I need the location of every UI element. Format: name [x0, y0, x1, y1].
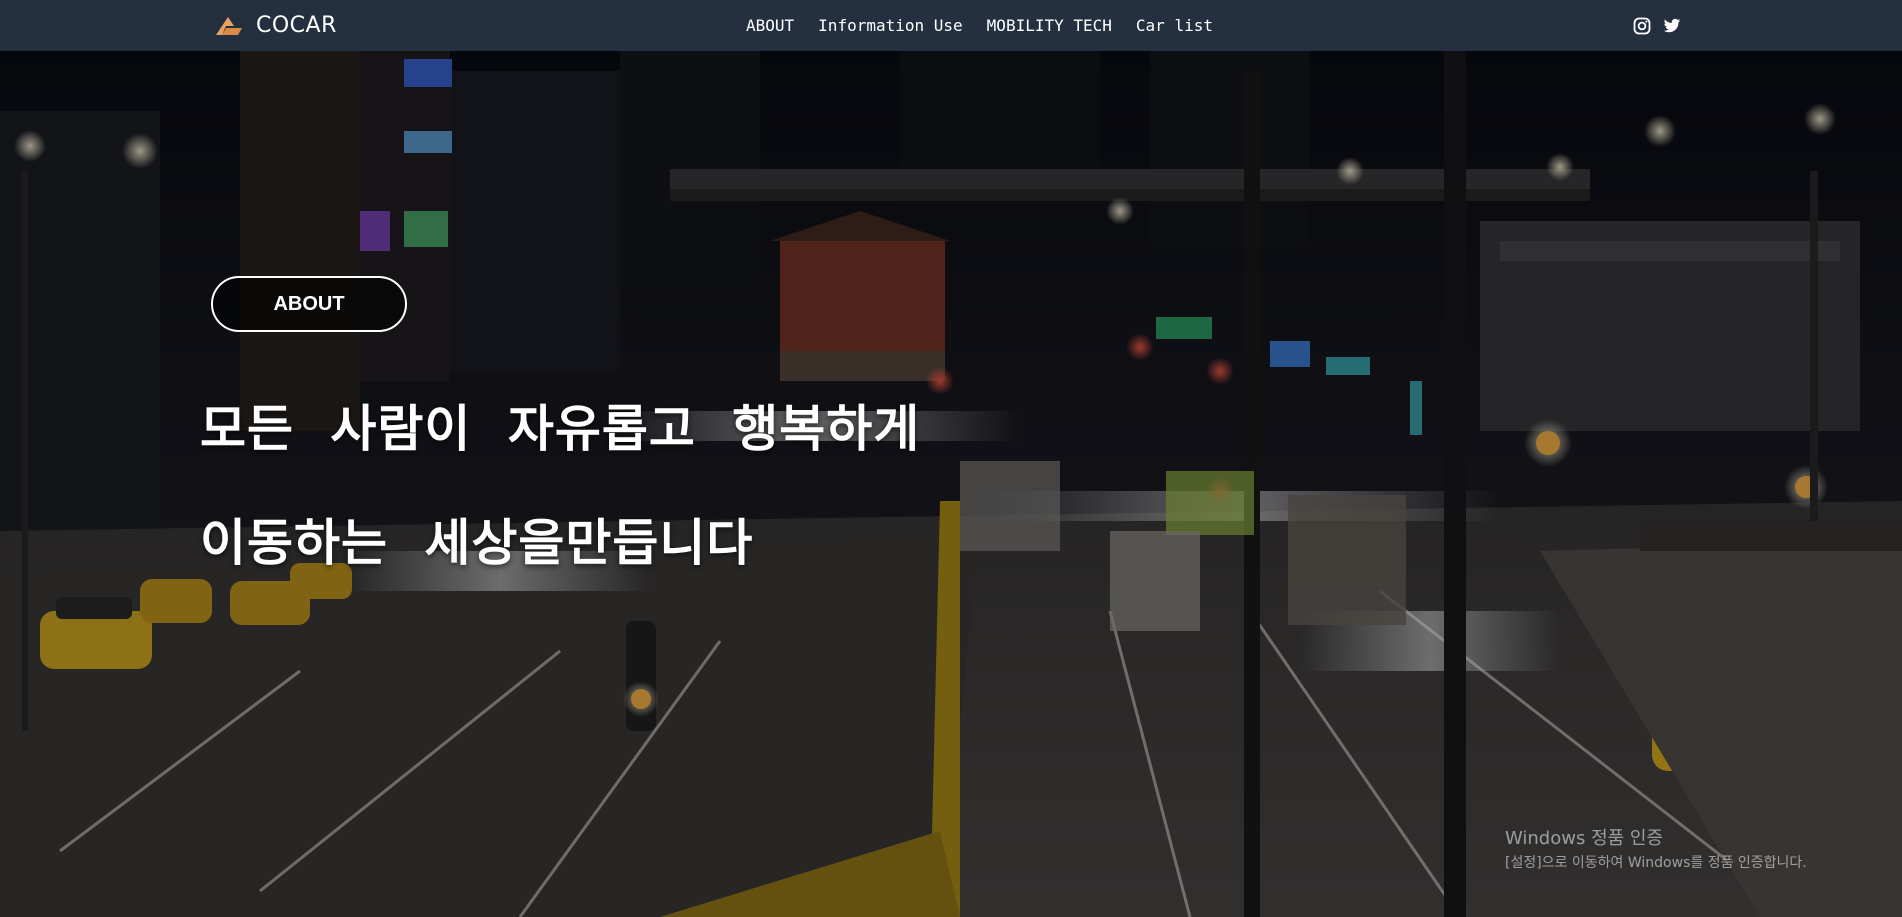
twitter-icon[interactable] [1663, 17, 1681, 35]
about-button[interactable]: ABOUT [211, 276, 407, 332]
nav-menu: ABOUT Information Use MOBILITY TECH Car … [746, 0, 1213, 51]
hero-headline-line-2: 이동하는 세상을만듭니다 [200, 514, 754, 572]
hero-headline: 모든 사람이 자유롭고 행복하게 이동하는 세상을만듭니다 [200, 372, 920, 600]
instagram-icon[interactable] [1633, 17, 1651, 35]
windows-activation-watermark: Windows 정품 인증 [설정]으로 이동하여 Windows를 정품 인증… [1505, 824, 1807, 872]
nav-link-mobility-tech[interactable]: MOBILITY TECH [987, 16, 1112, 35]
hero-headline-line-1: 모든 사람이 자유롭고 행복하게 [200, 400, 921, 458]
nav-link-about[interactable]: ABOUT [746, 16, 794, 35]
watermark-subtitle: [설정]으로 이동하여 Windows를 정품 인증합니다. [1505, 855, 1807, 871]
social-links [1633, 0, 1681, 51]
nav-link-car-list[interactable]: Car list [1136, 16, 1213, 35]
logo-icon [216, 16, 242, 35]
navbar: COCAR ABOUT Information Use MOBILITY TEC… [0, 0, 1902, 51]
page: COCAR ABOUT Information Use MOBILITY TEC… [0, 0, 1902, 917]
brand-name: COCAR [256, 13, 337, 38]
brand-link[interactable]: COCAR [214, 0, 337, 51]
watermark-title: Windows 정품 인증 [1505, 828, 1664, 849]
nav-link-information-use[interactable]: Information Use [818, 16, 963, 35]
